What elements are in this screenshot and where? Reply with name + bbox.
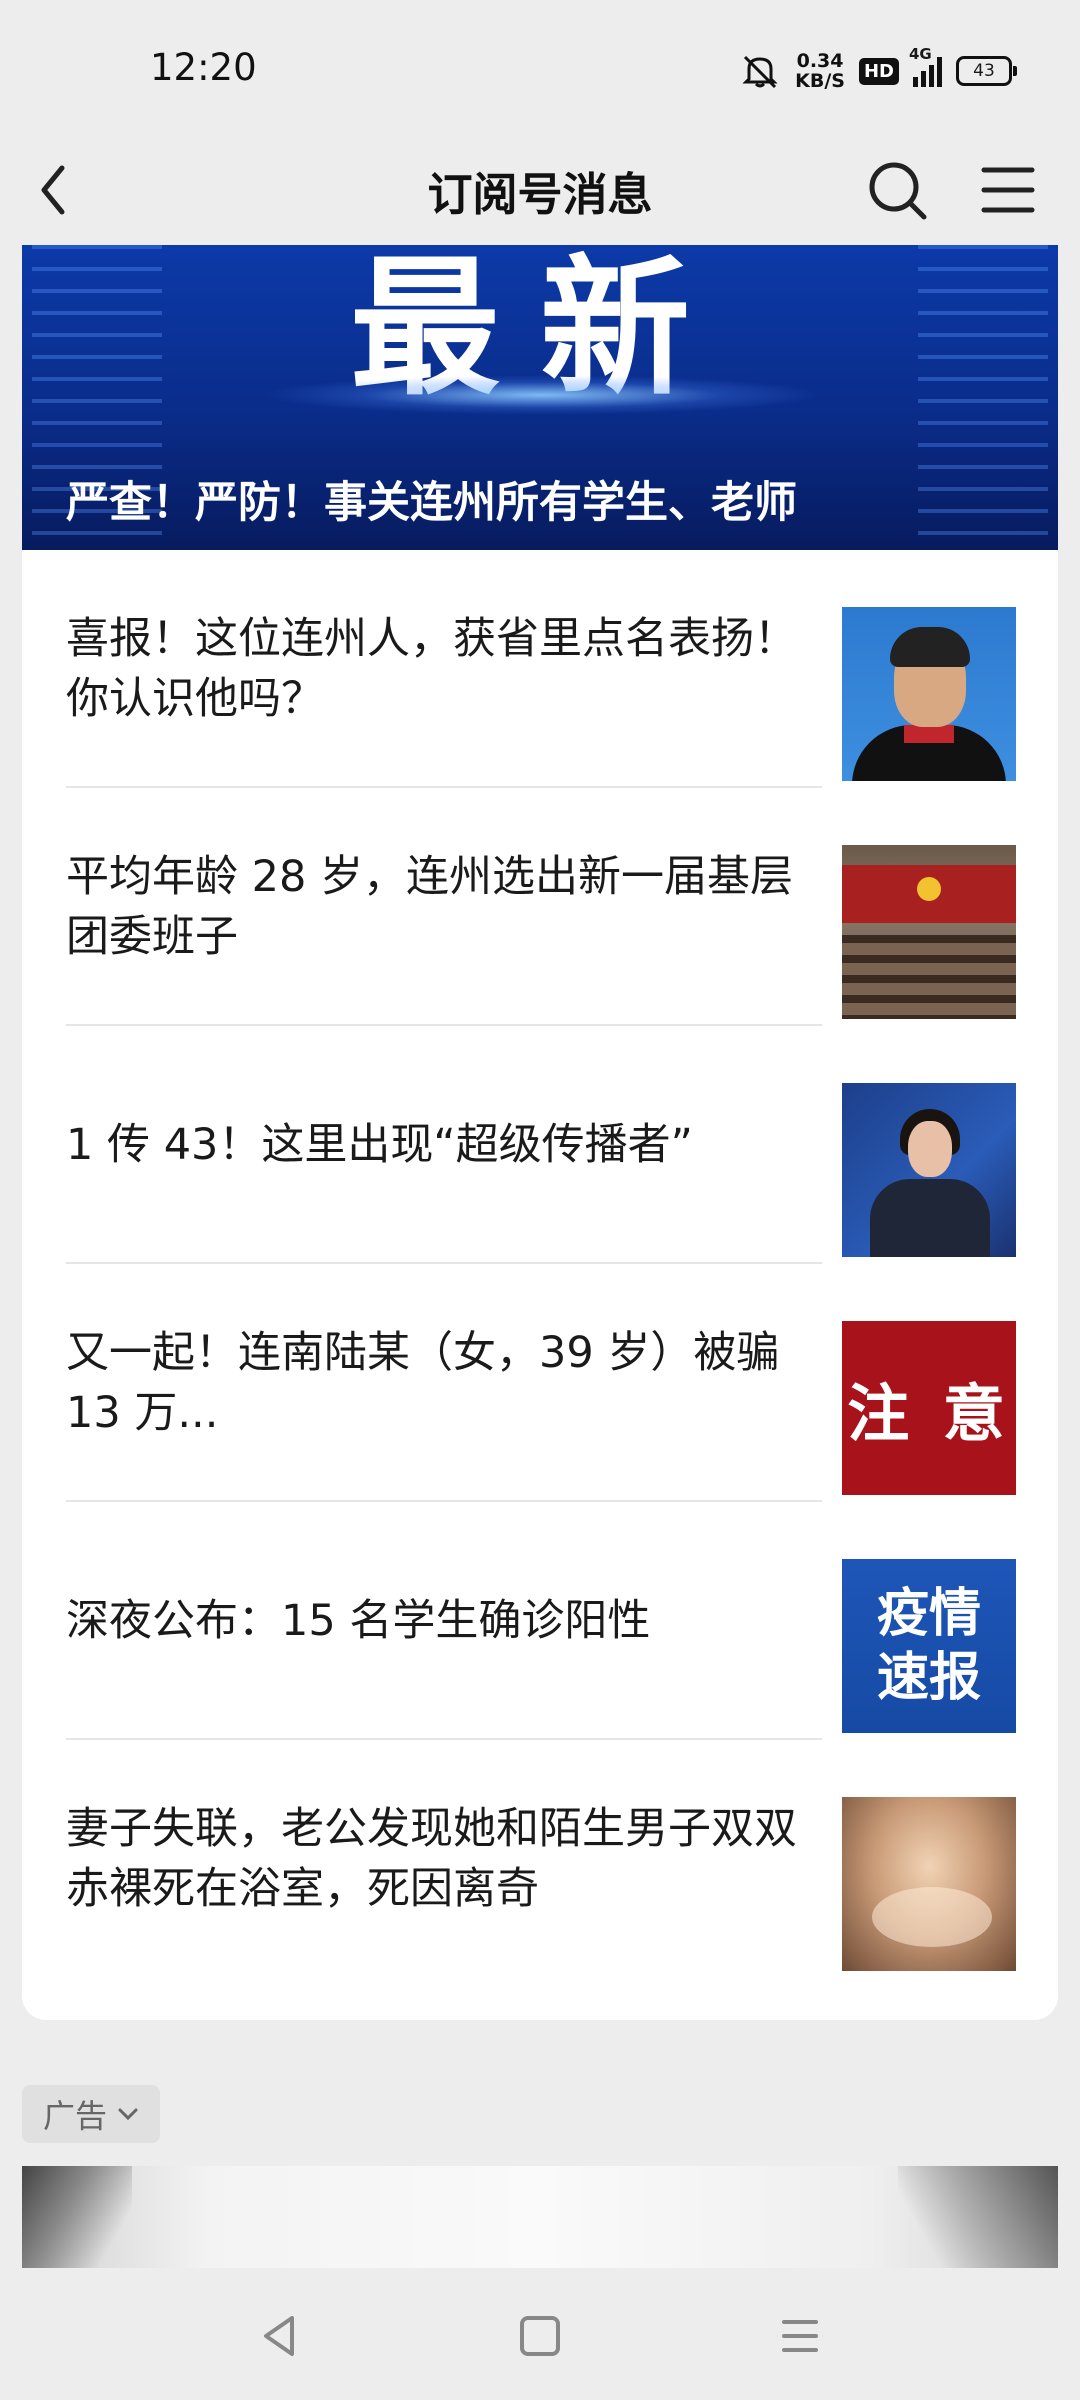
system-back-button[interactable] xyxy=(250,2306,310,2366)
menu-button[interactable] xyxy=(972,150,1042,230)
search-button[interactable] xyxy=(862,150,932,230)
system-nav-bar xyxy=(0,2268,1080,2400)
news-thumbnail: 注 意 xyxy=(842,1321,1016,1495)
ad-tag[interactable]: 广告 xyxy=(22,2085,160,2143)
ad-label: 广告 xyxy=(42,2097,107,2135)
search-icon xyxy=(869,162,927,220)
news-thumbnail xyxy=(842,607,1016,781)
status-icons: 0.34 KB/S HD 4G 43 xyxy=(739,45,1017,96)
thumbnail-text: 速报 xyxy=(876,1648,981,1708)
back-button[interactable] xyxy=(30,150,110,230)
system-home-button[interactable] xyxy=(510,2306,570,2366)
banner-glow xyxy=(262,375,822,415)
ad-banner[interactable] xyxy=(22,2166,1058,2268)
news-title: 平均年龄 28 岁，连州选出新一届基层团委班子 xyxy=(66,852,794,962)
banner-title: 严查！严防！事关连州所有学生、老师 xyxy=(66,478,797,528)
mute-bell-icon xyxy=(742,55,778,89)
status-time: 12:20 xyxy=(150,46,257,89)
news-title: 深夜公布：15 名学生确诊阳性 xyxy=(66,1596,651,1646)
news-item[interactable]: 1 传 43！这里出现“超级传播者” xyxy=(22,1026,1058,1264)
news-thumbnail xyxy=(842,1083,1016,1257)
net-speed: 0.34 KB/S xyxy=(795,51,845,91)
net-speed-value: 0.34 xyxy=(796,50,844,72)
news-item[interactable]: 妻子失联，老公发现她和陌生男子双双赤裸死在浴室，死因离奇 xyxy=(22,1740,1058,1978)
signal-icon: 4G xyxy=(909,45,942,87)
square-home-icon xyxy=(520,2316,560,2356)
news-thumbnail: 疫情 速报 xyxy=(842,1559,1016,1733)
nav-bar: 订阅号消息 xyxy=(0,140,1080,245)
menu-icon xyxy=(981,167,1035,213)
news-title: 又一起！连南陆某（女，39 岁）被骗 13 万... xyxy=(66,1328,780,1438)
triangle-back-icon xyxy=(264,2316,294,2356)
battery-icon: 43 xyxy=(956,56,1017,86)
thumbnail-text: 疫情 xyxy=(876,1584,981,1644)
chevron-down-icon xyxy=(118,2108,138,2121)
recents-menu-icon xyxy=(782,2320,818,2352)
news-title: 妻子失联，老公发现她和陌生男子双双赤裸死在浴室，死因离奇 xyxy=(66,1804,797,1914)
news-thumbnail xyxy=(842,845,1016,1019)
hd-badge: HD xyxy=(858,57,899,85)
news-item[interactable]: 又一起！连南陆某（女，39 岁）被骗 13 万... 注 意 xyxy=(22,1264,1058,1502)
ad-decoration xyxy=(22,2166,132,2268)
network-type: 4G xyxy=(909,45,932,63)
news-thumbnail xyxy=(842,1797,1016,1971)
ad-decoration xyxy=(898,2166,1058,2268)
status-bar: 12:20 0.34 KB/S HD 4G 43 xyxy=(0,0,1080,140)
chevron-left-icon xyxy=(41,165,65,215)
headline-banner[interactable]: 最新 严查！严防！事关连州所有学生、老师 xyxy=(22,245,1058,550)
news-title: 1 传 43！这里出现“超级传播者” xyxy=(66,1120,693,1170)
news-title: 喜报！这位连州人，获省里点名表扬！你认识他吗？ xyxy=(66,614,797,724)
news-item[interactable]: 喜报！这位连州人，获省里点名表扬！你认识他吗？ xyxy=(22,550,1058,788)
system-recents-button[interactable] xyxy=(770,2306,830,2366)
news-item[interactable]: 平均年龄 28 岁，连州选出新一届基层团委班子 xyxy=(22,788,1058,1026)
news-item[interactable]: 深夜公布：15 名学生确诊阳性 疫情 速报 xyxy=(22,1502,1058,1740)
article-card: 最新 严查！严防！事关连州所有学生、老师 喜报！这位连州人，获省里点名表扬！你认… xyxy=(22,245,1058,2020)
net-speed-unit: KB/S xyxy=(795,70,845,92)
